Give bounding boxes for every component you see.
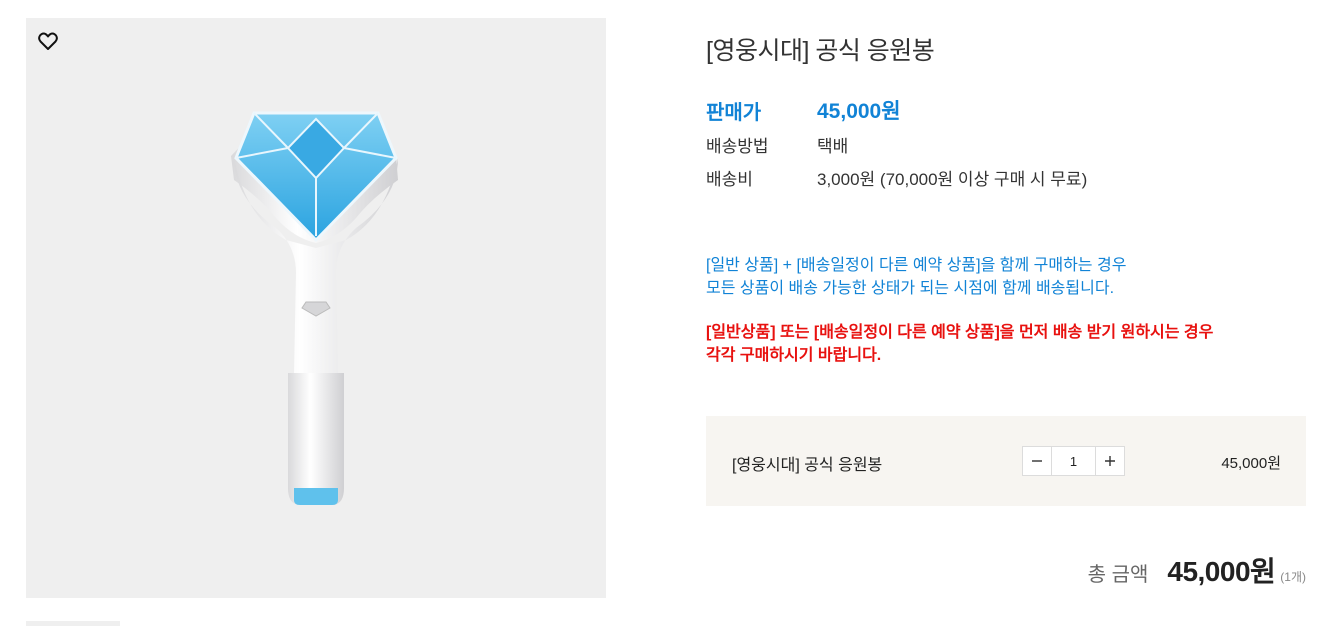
- total-label: 총 금액: [1087, 564, 1149, 586]
- purchase-warning-line: [일반상품] 또는 [배송일정이 다른 예약 상품]을 먼저 배송 받기 원하시…: [706, 324, 1214, 341]
- shipping-fee-label: 배송비: [706, 170, 753, 189]
- heart-outline-icon[interactable]: [37, 30, 59, 52]
- product-image: [26, 18, 606, 598]
- total-value: 45,000원: [1167, 556, 1276, 587]
- shipping-value: 택배: [817, 137, 849, 156]
- increase-quantity-button[interactable]: [1095, 447, 1124, 475]
- shipping-notice-line: 모든 상품이 배송 가능한 상태가 되는 시점에 함께 배송됩니다.: [706, 280, 1115, 297]
- quantity-stepper: [1022, 446, 1125, 476]
- shipping-notice: [일반 상품] + [배송일정이 다른 예약 상품]을 함께 구매하는 경우 모…: [706, 254, 1126, 300]
- shipping-notice-line: [일반 상품] + [배송일정이 다른 예약 상품]을 함께 구매하는 경우: [706, 257, 1127, 274]
- shipping-label: 배송방법: [706, 137, 769, 156]
- option-price: 45,000원: [1221, 455, 1281, 472]
- total-price: 총 금액 45,000원 (1개): [1088, 550, 1306, 590]
- price-label: 판매가: [706, 102, 762, 124]
- thumbnail-item[interactable]: [26, 621, 120, 626]
- total-count: (1개): [1280, 570, 1306, 584]
- price-value: 45,000원: [817, 100, 901, 123]
- purchase-warning: [일반상품] 또는 [배송일정이 다른 예약 상품]을 먼저 배송 받기 원하시…: [706, 321, 1213, 367]
- option-name: [영웅시대] 공식 응원봉: [732, 457, 883, 474]
- purchase-warning-line: 각각 구매하시기 바랍니다.: [706, 347, 882, 364]
- decrease-quantity-button[interactable]: [1023, 447, 1052, 475]
- shipping-fee-value: 3,000원 (70,000원 이상 구매 시 무료): [817, 170, 1088, 189]
- product-title: [영웅시대] 공식 응원봉: [706, 37, 935, 65]
- quantity-input[interactable]: [1052, 447, 1095, 475]
- lightstick-image: [231, 111, 398, 505]
- plus-icon: [1105, 456, 1115, 466]
- minus-icon: [1032, 460, 1042, 462]
- selected-option: [영웅시대] 공식 응원봉 45,000원: [706, 416, 1306, 506]
